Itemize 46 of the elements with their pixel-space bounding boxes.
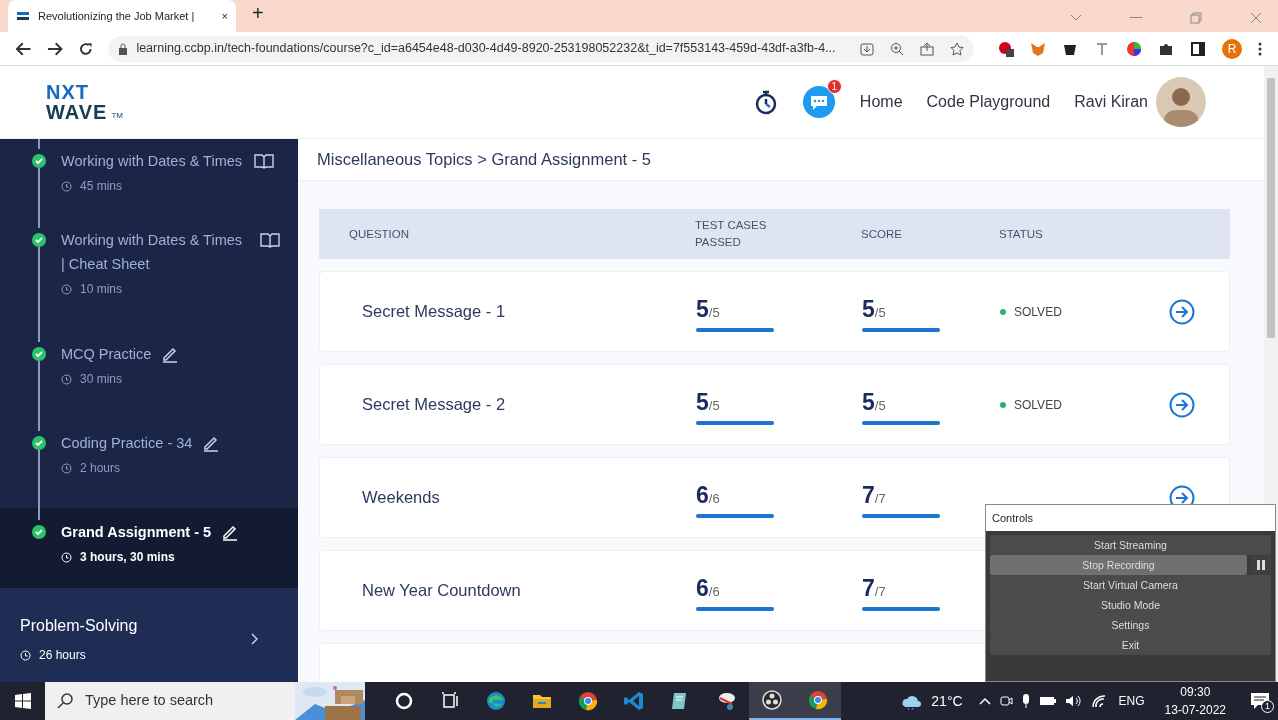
score-value: 7: [862, 573, 875, 603]
score-total: /6: [708, 490, 720, 508]
lesson-title: Grand Assignment - 5: [61, 523, 212, 543]
score-total: /5: [708, 304, 720, 322]
section-title: Problem-Solving: [20, 616, 139, 637]
section-duration: 26 hours: [39, 647, 86, 665]
status-text: SOLVED: [1014, 396, 1062, 414]
search-placeholder: Type here to search: [85, 691, 215, 711]
question-title: New Year Countdown: [361, 580, 522, 602]
logo-text: NXT: [46, 82, 90, 103]
score-total: /5: [874, 397, 886, 415]
score-value: 6: [696, 480, 709, 510]
notification-count: 1: [1261, 700, 1274, 714]
lesson-duration: 3 hours, 30 mins: [80, 549, 175, 567]
lesson-title: Working with Dates & Times | Cheat Sheet: [61, 231, 244, 275]
score-value: 5: [696, 294, 709, 324]
trademark-mark: TM: [111, 110, 123, 123]
column-header: SCORE: [861, 226, 903, 242]
status-text: SOLVED: [1014, 303, 1062, 321]
lesson-duration: 45 mins: [80, 178, 123, 196]
score-value: 6: [696, 573, 709, 603]
column-header: TEST CASES PASSED: [695, 218, 768, 251]
column-header: STATUS: [999, 226, 1044, 242]
score-total: /7: [874, 583, 886, 601]
score-total: /7: [874, 490, 886, 508]
question-title: Weekends: [361, 487, 441, 509]
score-value: 7: [862, 480, 875, 510]
url-text: learning.ccbp.in/tech-foundations/course?c_id=a6454e48-d030-4d49-8920-253198052232&t_id=7f553143-459d-43df-a3fb-4...: [136, 40, 837, 58]
column-header: QUESTION: [348, 226, 411, 242]
lesson-duration: 30 mins: [80, 371, 123, 389]
score-total: /5: [708, 397, 720, 415]
score-value: 5: [696, 387, 709, 417]
lesson-duration: 10 mins: [80, 281, 123, 299]
score-total: /6: [708, 583, 720, 601]
lesson-title: MCQ Practice: [61, 345, 152, 365]
score-total: /5: [874, 304, 886, 322]
lesson-title: Coding Practice - 34: [61, 434, 193, 454]
question-title: Secret Message - 2: [361, 394, 507, 416]
score-value: 5: [862, 387, 875, 417]
logo-text: WAVE: [46, 102, 108, 123]
lesson-duration: 2 hours: [80, 460, 121, 478]
lesson-title: Working with Dates & Times: [61, 152, 243, 172]
panel-title: Controls: [992, 510, 1033, 526]
tab-title: Revolutionizing the Job Market |: [38, 8, 196, 24]
score-value: 5: [862, 294, 875, 324]
question-title: Secret Message - 1: [361, 301, 507, 323]
